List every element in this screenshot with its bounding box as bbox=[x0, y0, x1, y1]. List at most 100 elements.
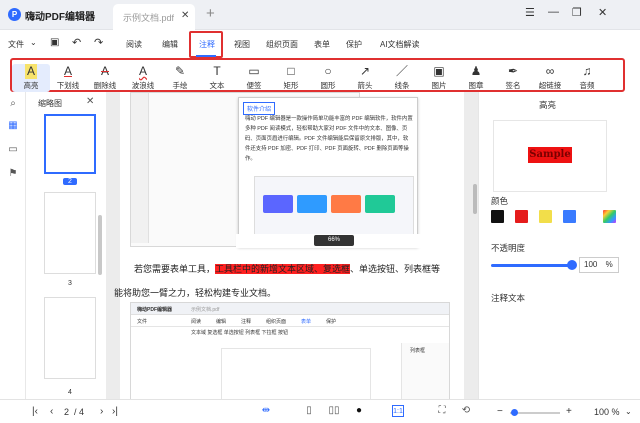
screenshot-menu-item: 保护 bbox=[326, 319, 337, 325]
app-logo-icon: P bbox=[8, 8, 21, 21]
first-page-icon[interactable]: |‹ bbox=[32, 406, 38, 417]
single-page-icon[interactable]: ▯ bbox=[303, 405, 315, 417]
zoom-in-icon[interactable]: + bbox=[566, 406, 572, 417]
thumbnail-number: 3 bbox=[68, 280, 72, 287]
thumbnail-page-2[interactable] bbox=[44, 114, 96, 174]
menu-organize-pages[interactable]: 组织页面 bbox=[266, 39, 298, 50]
double-page-icon[interactable]: ▯▯ bbox=[328, 405, 340, 417]
paragraph-text: 若您需要表单工具， bbox=[134, 264, 216, 274]
tool-label: 删除线 bbox=[93, 81, 117, 90]
text-icon: T bbox=[213, 64, 221, 78]
arrow-icon: ↗ bbox=[359, 64, 371, 78]
actual-size-icon[interactable]: 1:1 bbox=[392, 405, 404, 417]
tool-highlight[interactable]: A 高亮 bbox=[12, 64, 50, 92]
redo-icon[interactable]: ↷ bbox=[94, 36, 103, 49]
last-page-icon[interactable]: ›| bbox=[112, 406, 118, 417]
menu-view[interactable]: 视图 bbox=[234, 39, 250, 50]
tool-audio[interactable]: ♫ 音频 bbox=[568, 64, 606, 92]
zoom-slider-handle[interactable] bbox=[511, 409, 518, 416]
tool-label: 波浪线 bbox=[131, 81, 155, 90]
comments-icon[interactable]: ▭ bbox=[7, 144, 19, 156]
zoom-out-icon[interactable]: − bbox=[497, 406, 503, 417]
tool-strikethrough[interactable]: A 删除线 bbox=[86, 64, 124, 92]
minimize-icon[interactable]: — bbox=[548, 6, 559, 18]
menu-ai-reader[interactable]: AI文档解读 bbox=[380, 39, 420, 50]
thumbnail-panel: 缩略图 ✕ 2 3 4 bbox=[26, 92, 106, 399]
document-tab[interactable]: 示例文档.pdf ✕ bbox=[113, 4, 195, 30]
menu-file[interactable]: 文件 bbox=[8, 39, 24, 50]
close-window-icon[interactable]: ✕ bbox=[598, 6, 607, 19]
fit-page-icon[interactable]: ⛶ bbox=[436, 405, 448, 417]
properties-panel: 高亮 Sample 颜色 不透明度 100 % 注释文本 bbox=[478, 92, 640, 399]
opacity-unit: % bbox=[605, 260, 613, 269]
close-tab-icon[interactable]: ✕ bbox=[181, 10, 189, 21]
tool-hyperlink[interactable]: ∞ 超链接 bbox=[531, 64, 569, 92]
color-swatch-blue[interactable] bbox=[563, 210, 576, 223]
tool-label: 便签 bbox=[246, 81, 262, 90]
squiggly-icon: A bbox=[138, 64, 147, 78]
thumbnail-page-3[interactable] bbox=[44, 192, 96, 274]
document-scrollbar[interactable] bbox=[473, 184, 477, 214]
opacity-slider-track[interactable] bbox=[491, 264, 571, 267]
note-text-label: 注释文本 bbox=[491, 293, 526, 303]
status-bar: |‹ ‹ 2 / 4 › ›| ⇹ ▯ ▯▯ ● 1:1 ⛶ ⟲ − + 100… bbox=[0, 399, 640, 423]
menu-read[interactable]: 阅读 bbox=[126, 39, 142, 50]
active-menu-outline bbox=[189, 31, 223, 58]
menu-protect[interactable]: 保护 bbox=[346, 39, 362, 50]
screenshot-menu-item: 编辑 bbox=[216, 319, 227, 325]
image-icon: ▣ bbox=[433, 64, 445, 78]
rotate-icon[interactable]: ⟲ bbox=[460, 405, 472, 417]
screenshot-menu-item: 注释 bbox=[241, 319, 252, 325]
zoom-dropdown-icon[interactable]: ⌄ bbox=[625, 407, 632, 416]
preview-card bbox=[365, 195, 395, 213]
tool-underline[interactable]: A 下划线 bbox=[49, 64, 87, 92]
tool-line[interactable]: ／ 线条 bbox=[383, 64, 421, 92]
tool-rectangle[interactable]: □ 矩形 bbox=[272, 64, 310, 92]
save-icon[interactable]: ▣ bbox=[50, 37, 59, 48]
menu-forms[interactable]: 表单 bbox=[314, 39, 330, 50]
menu-edit[interactable]: 编辑 bbox=[162, 39, 178, 50]
screenshot-viewer-bar: 66% bbox=[236, 234, 426, 248]
audio-icon: ♫ bbox=[582, 64, 592, 78]
next-page-icon[interactable]: › bbox=[100, 406, 103, 417]
tool-sticky-note[interactable]: ▭ 便签 bbox=[235, 64, 273, 92]
add-tab-icon[interactable]: + bbox=[206, 5, 215, 22]
document-tab-label: 示例文档.pdf bbox=[123, 13, 175, 23]
tool-circle[interactable]: ○ 圆形 bbox=[309, 64, 347, 92]
tool-text[interactable]: T 文本 bbox=[198, 64, 236, 92]
document-page: 软件介绍 嗨动 PDF 编辑器是一款操作简单功能丰富的 PDF 编辑软件，软件内… bbox=[114, 92, 464, 399]
current-page[interactable]: 2 bbox=[64, 407, 69, 417]
bookmark-icon[interactable]: ⚑ bbox=[7, 168, 19, 180]
thumbnails-icon[interactable]: ▦ bbox=[7, 120, 19, 132]
tool-signature[interactable]: ✒ 签名 bbox=[494, 64, 532, 92]
screenshot-menu-item: 表单 bbox=[301, 319, 312, 325]
menu-icon[interactable]: ☰ bbox=[525, 6, 535, 19]
thumbnail-scrollbar[interactable] bbox=[98, 215, 102, 275]
play-icon[interactable]: ● bbox=[353, 405, 365, 417]
thumbnail-page-4[interactable] bbox=[44, 297, 96, 379]
tool-arrow[interactable]: ↗ 箭头 bbox=[346, 64, 384, 92]
restore-icon[interactable]: ❐ bbox=[572, 6, 582, 19]
close-panel-icon[interactable]: ✕ bbox=[86, 96, 94, 107]
opacity-select[interactable]: 100 % bbox=[579, 257, 619, 273]
tool-squiggly[interactable]: A 波浪线 bbox=[124, 64, 162, 92]
color-swatch-black[interactable] bbox=[491, 210, 504, 223]
custom-color-icon[interactable] bbox=[603, 210, 616, 223]
tool-freehand[interactable]: ✎ 手绘 bbox=[161, 64, 199, 92]
zoom-level[interactable]: 100 % bbox=[594, 407, 620, 417]
title-bar: P 嗨动PDF编辑器 示例文档.pdf ✕ + ☰ — ❐ ✕ bbox=[0, 0, 640, 30]
color-swatch-yellow[interactable] bbox=[539, 210, 552, 223]
undo-icon[interactable]: ↶ bbox=[72, 36, 81, 49]
color-label: 颜色 bbox=[491, 196, 509, 206]
opacity-slider-handle[interactable] bbox=[567, 260, 577, 270]
tool-image[interactable]: ▣ 图片 bbox=[420, 64, 458, 92]
fit-width-icon[interactable]: ⇹ bbox=[260, 405, 272, 417]
prev-page-icon[interactable]: ‹ bbox=[50, 406, 53, 417]
sample-preview: Sample bbox=[528, 147, 572, 163]
highlighted-text[interactable]: 工具栏中的新增文本区域、复选框 bbox=[215, 264, 351, 274]
file-dropdown-icon[interactable]: ⌄ bbox=[30, 38, 37, 47]
search-icon[interactable]: ⌕ bbox=[7, 98, 19, 110]
tool-label: 下划线 bbox=[56, 81, 80, 90]
color-swatch-red[interactable] bbox=[515, 210, 528, 223]
tool-stamp[interactable]: ♟ 图章 bbox=[457, 64, 495, 92]
